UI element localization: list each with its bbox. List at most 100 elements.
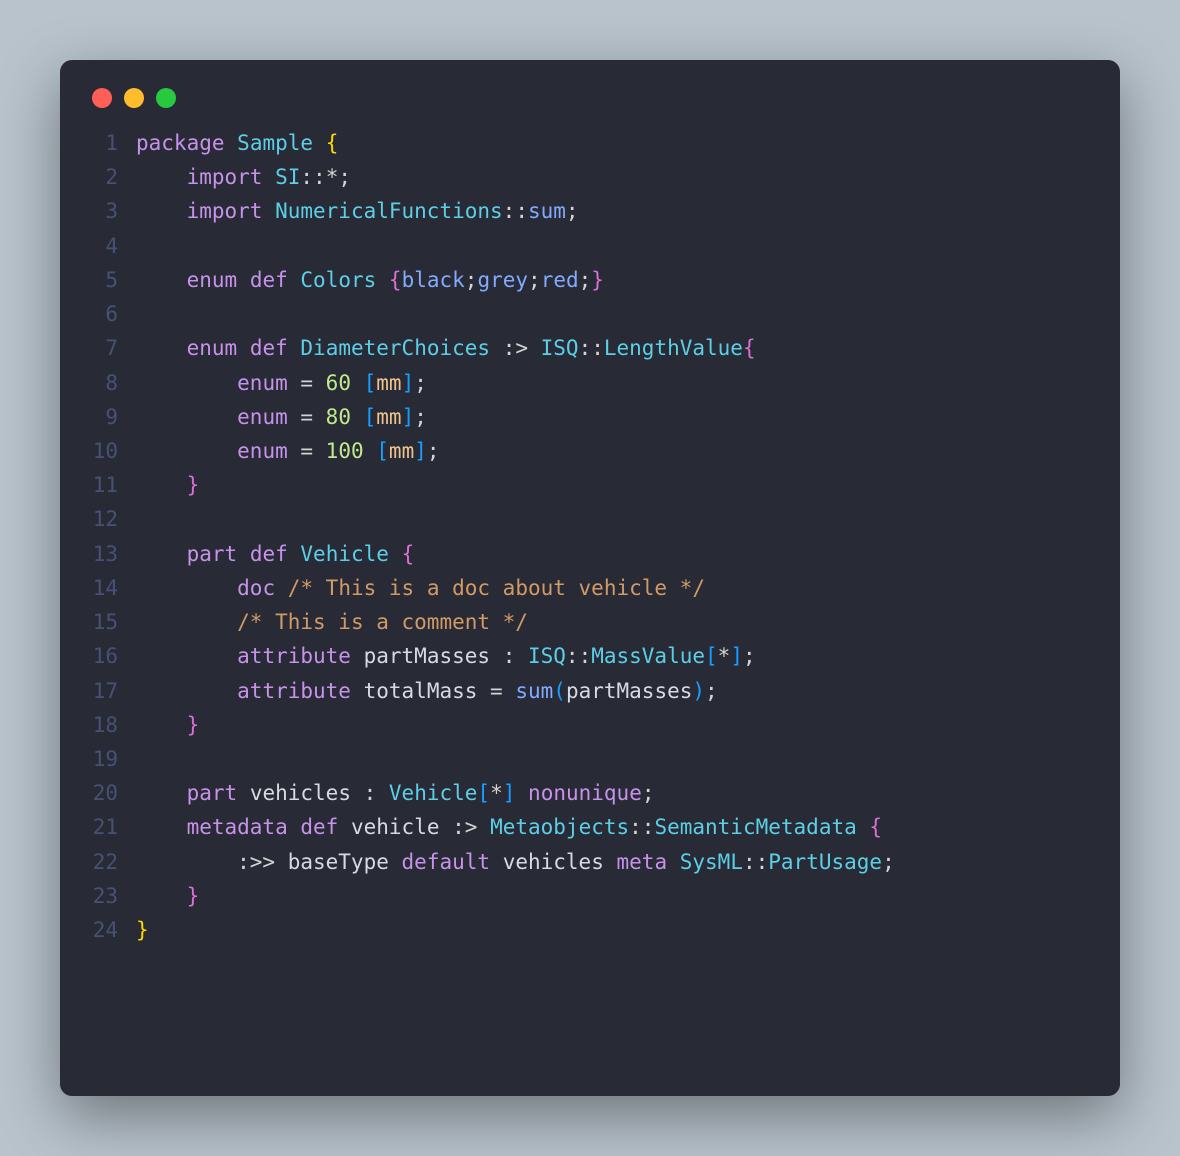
code-line[interactable]: 8 enum = 60 [mm]; — [88, 366, 1092, 400]
line-number: 2 — [88, 160, 136, 194]
code-line[interactable]: 21 metadata def vehicle :> Metaobjects::… — [88, 810, 1092, 844]
token-kw: def — [250, 542, 288, 566]
line-content[interactable]: } — [136, 879, 1092, 913]
line-content[interactable] — [136, 297, 1092, 331]
code-line[interactable]: 19 — [88, 742, 1092, 776]
line-content[interactable]: attribute partMasses : ISQ::MassValue[*]… — [136, 639, 1092, 673]
token-punc — [313, 131, 326, 155]
code-line[interactable]: 23 } — [88, 879, 1092, 913]
minimize-icon[interactable] — [124, 88, 144, 108]
code-line[interactable]: 15 /* This is a comment */ — [88, 605, 1092, 639]
line-content[interactable]: doc /* This is a doc about vehicle */ — [136, 571, 1092, 605]
code-line[interactable]: 10 enum = 100 [mm]; — [88, 434, 1092, 468]
line-content[interactable]: enum = 60 [mm]; — [136, 366, 1092, 400]
code-line[interactable]: 3 import NumericalFunctions::sum; — [88, 194, 1092, 228]
line-content[interactable]: enum = 80 [mm]; — [136, 400, 1092, 434]
token-dcolon: :: — [503, 199, 528, 223]
token-punc: = — [288, 439, 326, 463]
code-line[interactable]: 14 doc /* This is a doc about vehicle */ — [88, 571, 1092, 605]
code-line[interactable]: 18 } — [88, 708, 1092, 742]
token-brace2: { — [869, 815, 882, 839]
token-num: 80 — [326, 405, 351, 429]
line-number: 6 — [88, 297, 136, 331]
token-punc — [515, 781, 528, 805]
token-dcolon: :: — [743, 850, 768, 874]
token-punc — [136, 781, 187, 805]
code-line[interactable]: 5 enum def Colors {black;grey;red;} — [88, 263, 1092, 297]
code-line[interactable]: 16 attribute partMasses : ISQ::MassValue… — [88, 639, 1092, 673]
line-content[interactable]: } — [136, 708, 1092, 742]
code-line[interactable]: 9 enum = 80 [mm]; — [88, 400, 1092, 434]
line-content[interactable]: metadata def vehicle :> Metaobjects::Sem… — [136, 810, 1092, 844]
line-content[interactable] — [136, 502, 1092, 536]
token-brack: [ — [376, 439, 389, 463]
code-line[interactable]: 11 } — [88, 468, 1092, 502]
token-punc — [351, 371, 364, 395]
code-line[interactable]: 22 :>> baseType default vehicles meta Sy… — [88, 845, 1092, 879]
line-content[interactable]: package Sample { — [136, 126, 1092, 160]
code-line[interactable]: 24} — [88, 913, 1092, 947]
line-content[interactable]: enum = 100 [mm]; — [136, 434, 1092, 468]
line-content[interactable]: enum def Colors {black;grey;red;} — [136, 263, 1092, 297]
line-content[interactable]: } — [136, 913, 1092, 947]
line-content[interactable]: /* This is a comment */ — [136, 605, 1092, 639]
token-brace2: } — [187, 473, 200, 497]
line-number: 17 — [88, 674, 136, 708]
token-kw: metadata — [187, 815, 288, 839]
token-pale: vehicles — [503, 850, 604, 874]
token-punc: :> — [490, 336, 541, 360]
token-brace2: } — [187, 713, 200, 737]
line-content[interactable]: part def Vehicle { — [136, 537, 1092, 571]
token-brace: } — [136, 918, 149, 942]
token-pale: baseType — [288, 850, 389, 874]
token-brack: ] — [402, 405, 415, 429]
code-editor[interactable]: 1package Sample {2 import SI::*;3 import… — [88, 126, 1092, 947]
token-brack: [ — [364, 405, 377, 429]
line-content[interactable]: attribute totalMass = sum(partMasses); — [136, 674, 1092, 708]
token-kw: enum — [237, 371, 288, 395]
token-brace2: } — [187, 884, 200, 908]
token-punc — [288, 542, 301, 566]
line-content[interactable] — [136, 742, 1092, 776]
token-punc: ; — [882, 850, 895, 874]
line-content[interactable]: enum def DiameterChoices :> ISQ::LengthV… — [136, 331, 1092, 365]
code-line[interactable]: 13 part def Vehicle { — [88, 537, 1092, 571]
token-punc: : — [490, 644, 528, 668]
line-number: 11 — [88, 468, 136, 502]
token-dcolon: :: — [629, 815, 654, 839]
token-kw: enum — [237, 405, 288, 429]
code-line[interactable]: 20 part vehicles : Vehicle[*] nonunique; — [88, 776, 1092, 810]
code-line[interactable]: 1package Sample { — [88, 126, 1092, 160]
token-kw: default — [402, 850, 491, 874]
token-punc — [237, 542, 250, 566]
code-line[interactable]: 6 — [88, 297, 1092, 331]
token-brace: { — [326, 131, 339, 155]
line-content[interactable]: import NumericalFunctions::sum; — [136, 194, 1092, 228]
line-content[interactable]: } — [136, 468, 1092, 502]
code-line[interactable]: 17 attribute totalMass = sum(partMasses)… — [88, 674, 1092, 708]
code-line[interactable]: 4 — [88, 229, 1092, 263]
token-kw: part — [187, 781, 238, 805]
line-content[interactable]: part vehicles : Vehicle[*] nonunique; — [136, 776, 1092, 810]
token-punc: * — [326, 165, 339, 189]
token-punc — [857, 815, 870, 839]
token-brack: [ — [364, 371, 377, 395]
code-line[interactable]: 7 enum def DiameterChoices :> ISQ::Lengt… — [88, 331, 1092, 365]
token-func: red — [541, 268, 579, 292]
line-content[interactable]: import SI::*; — [136, 160, 1092, 194]
token-punc: :>> — [136, 850, 288, 874]
zoom-icon[interactable] — [156, 88, 176, 108]
line-number: 5 — [88, 263, 136, 297]
line-content[interactable]: :>> baseType default vehicles meta SysML… — [136, 845, 1092, 879]
token-num: 100 — [326, 439, 364, 463]
token-punc: ; — [414, 371, 427, 395]
close-icon[interactable] — [92, 88, 112, 108]
code-line[interactable]: 12 — [88, 502, 1092, 536]
token-pale: partMasses — [566, 679, 692, 703]
token-brack: ] — [503, 781, 516, 805]
token-kw: import — [187, 165, 263, 189]
line-content[interactable] — [136, 229, 1092, 263]
token-punc — [136, 165, 187, 189]
token-pale: partMasses — [364, 644, 490, 668]
code-line[interactable]: 2 import SI::*; — [88, 160, 1092, 194]
